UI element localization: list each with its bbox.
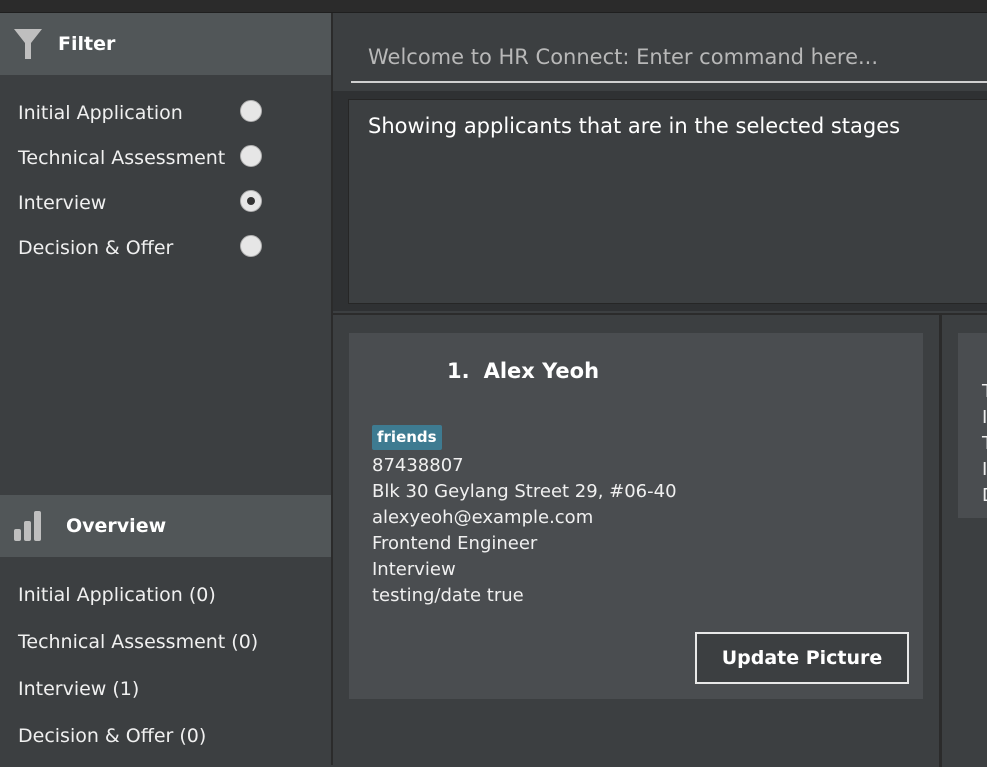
filter-option-label: Interview	[18, 192, 107, 214]
command-box	[351, 33, 987, 83]
applicant-stage: Interview	[372, 559, 456, 580]
applicant-address: Blk 30 Geylang Street 29, #06-40	[372, 481, 677, 502]
partial-text: D	[982, 485, 987, 506]
update-picture-button[interactable]: Update Picture	[695, 632, 909, 684]
applicant-position: Frontend Engineer	[372, 533, 538, 554]
filter-option-label: Initial Application	[18, 102, 183, 124]
applicant-phone: 87438807	[372, 455, 464, 476]
applicant-name-row: 1. Alex Yeoh	[447, 359, 599, 383]
filter-option-interview[interactable]: Interview	[0, 189, 331, 219]
applicant-list[interactable]: 1. Alex Yeoh friends 87438807 Blk 30 Geyl…	[333, 313, 987, 767]
applicant-tag: friends	[372, 425, 442, 450]
filter-option-label: Decision & Offer	[18, 237, 174, 259]
partial-text: I	[982, 407, 987, 428]
panel-divider[interactable]	[939, 315, 942, 767]
command-input[interactable]	[351, 33, 987, 81]
overview-item: Interview (1)	[18, 678, 140, 700]
radio-button[interactable]	[240, 145, 262, 167]
radio-button[interactable]	[240, 235, 262, 257]
applicant-note: testing/date true	[372, 585, 524, 606]
partial-text: T	[982, 381, 987, 402]
partial-text: T	[982, 433, 987, 454]
result-display[interactable]: Showing applicants that are in the selec…	[348, 99, 987, 304]
partial-text: I	[982, 459, 987, 480]
overview-item: Initial Application (0)	[18, 584, 216, 606]
sidebar: Filter Initial Application Technical Ass…	[0, 13, 333, 765]
applicant-index: 1.	[447, 359, 470, 383]
overview-header: Overview	[0, 495, 331, 557]
applicant-card-partial[interactable]: T I T I D	[958, 333, 987, 518]
overview-item: Decision & Offer (0)	[18, 725, 207, 747]
filter-option-decision-offer[interactable]: Decision & Offer	[0, 234, 331, 264]
filter-option-technical-assessment[interactable]: Technical Assessment	[0, 144, 331, 174]
window-top-bar	[0, 0, 987, 13]
overview-item: Technical Assessment (0)	[18, 631, 259, 653]
radio-button-selected[interactable]	[240, 190, 262, 212]
main-panel: Showing applicants that are in the selec…	[333, 13, 987, 767]
filter-option-initial-application[interactable]: Initial Application	[0, 99, 331, 129]
result-text: Showing applicants that are in the selec…	[368, 114, 901, 138]
bar-chart-icon	[14, 511, 41, 541]
filter-title: Filter	[58, 33, 116, 55]
overview-title: Overview	[66, 515, 167, 537]
radio-button[interactable]	[240, 100, 262, 122]
filter-option-label: Technical Assessment	[18, 147, 226, 169]
funnel-icon	[14, 29, 42, 59]
applicant-name: Alex Yeoh	[483, 359, 600, 383]
filter-header: Filter	[0, 13, 331, 75]
result-display-container: Showing applicants that are in the selec…	[333, 91, 987, 311]
applicant-card[interactable]: 1. Alex Yeoh friends 87438807 Blk 30 Geyl…	[349, 333, 923, 699]
applicant-email: alexyeoh@example.com	[372, 507, 594, 528]
